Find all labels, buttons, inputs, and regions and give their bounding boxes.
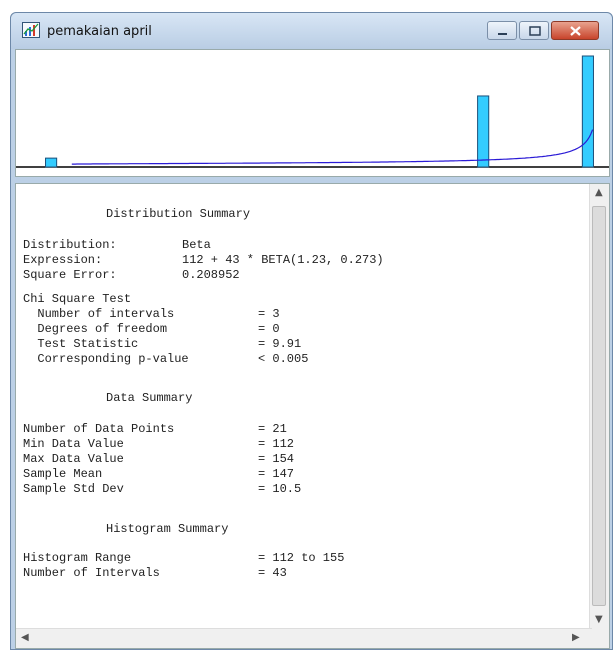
summary-pane: Distribution Summary Distribution: Beta … — [15, 183, 610, 649]
scroll-right-icon[interactable]: ▶ — [572, 632, 580, 643]
data-row-label: Sample Mean — [23, 467, 103, 481]
data-row-label: Min Data Value — [23, 437, 124, 451]
chi-row-value: < 0.005 — [258, 352, 309, 366]
chi-row-value: = 3 — [258, 307, 280, 321]
window-title: pemakaian april — [47, 24, 152, 39]
data-row-value: = 10.5 — [258, 482, 302, 496]
scroll-down-icon[interactable]: ▼ — [595, 614, 603, 625]
distribution-label: Distribution: — [23, 238, 117, 252]
hist-row-value: = 112 to 155 — [258, 551, 345, 565]
chi-row-value: = 0 — [258, 322, 280, 336]
title-bar[interactable]: pemakaian april — [11, 13, 612, 49]
application-window: pemakaian april Distribution Summary Dis… — [10, 12, 613, 650]
data-row-value: = 147 — [258, 467, 295, 481]
close-button[interactable] — [551, 21, 599, 40]
data-row-label: Sample Std Dev — [23, 482, 124, 496]
data-row-value: = 112 — [258, 437, 295, 451]
data-summary-heading: Data Summary — [106, 391, 193, 405]
histogram-svg — [16, 55, 609, 168]
histogram-bar — [477, 95, 490, 168]
chi-row-value: = 9.91 — [258, 337, 302, 351]
chi-row-label: Number of intervals — [23, 307, 175, 321]
hist-row-label: Number of Intervals — [23, 566, 160, 580]
scroll-thumb[interactable] — [592, 206, 606, 606]
maximize-icon — [529, 26, 541, 36]
scroll-left-icon[interactable]: ◀ — [21, 632, 29, 643]
chi-row-label: Degrees of freedom — [23, 322, 168, 336]
horizontal-scrollbar[interactable]: ◀ ▶ — [16, 628, 592, 648]
chi-square-heading: Chi Square Test — [23, 292, 132, 306]
summary-text: Distribution Summary Distribution: Beta … — [16, 184, 588, 630]
maximize-button[interactable] — [519, 21, 549, 40]
histogram-summary-heading: Histogram Summary — [106, 522, 229, 536]
app-icon — [22, 22, 40, 38]
hist-row-value: = 43 — [258, 566, 287, 580]
square-error-value: 0.208952 — [182, 268, 240, 282]
hist-row-label: Histogram Range — [23, 551, 132, 565]
vertical-scrollbar[interactable]: ▲ ▼ — [589, 184, 609, 630]
data-row-value: = 21 — [258, 422, 287, 436]
fitted-curve — [71, 129, 594, 165]
data-row-value: = 154 — [258, 452, 295, 466]
distribution-heading: Distribution Summary — [106, 207, 251, 221]
histogram-bar — [45, 157, 58, 168]
minimize-icon — [498, 33, 507, 35]
chi-row-label: Corresponding p-value — [23, 352, 189, 366]
data-row-label: Max Data Value — [23, 452, 124, 466]
minimize-button[interactable] — [487, 21, 517, 40]
histogram-bar — [581, 55, 594, 168]
scroll-up-icon[interactable]: ▲ — [595, 187, 603, 198]
data-row-label: Number of Data Points — [23, 422, 175, 436]
square-error-label: Square Error: — [23, 268, 117, 282]
distribution-value: Beta — [182, 238, 211, 252]
chi-row-label: Test Statistic — [23, 337, 139, 351]
close-icon — [570, 26, 581, 36]
histogram-chart — [15, 49, 610, 177]
resize-grip[interactable] — [590, 629, 609, 648]
expression-label: Expression: — [23, 253, 103, 267]
expression-value: 112 + 43 * BETA(1.23, 0.273) — [182, 253, 384, 267]
